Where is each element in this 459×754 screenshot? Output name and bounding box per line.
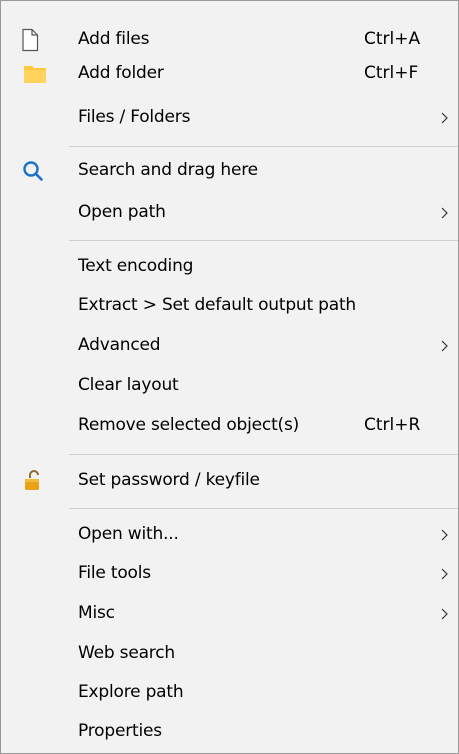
- menu-item-clear-layout[interactable]: Clear layout: [1, 369, 458, 403]
- menu-item-remove-selected[interactable]: Remove selected object(s) Ctrl+R: [1, 409, 458, 443]
- menu-item-label: Add folder: [78, 63, 164, 83]
- menu-item-explore-path[interactable]: Explore path: [1, 676, 458, 710]
- menu-item-shortcut: Ctrl+F: [364, 63, 419, 83]
- menu-item-label: Add files: [78, 29, 150, 49]
- chevron-right-icon: [441, 608, 448, 620]
- chevron-right-icon: [441, 568, 448, 580]
- menu-item-label: Files / Folders: [78, 107, 191, 127]
- menu-item-open-path[interactable]: Open path: [1, 196, 458, 230]
- menu-item-open-with[interactable]: Open with...: [1, 518, 458, 552]
- menu-separator: [69, 240, 458, 241]
- file-icon: [22, 28, 39, 52]
- chevron-right-icon: [441, 340, 448, 352]
- menu-separator: [69, 146, 458, 147]
- menu-item-text-encoding[interactable]: Text encoding: [1, 250, 458, 284]
- menu-item-extract-output-path[interactable]: Extract > Set default output path: [1, 289, 458, 323]
- menu-item-properties[interactable]: Properties: [1, 715, 458, 749]
- menu-item-shortcut: Ctrl+A: [364, 29, 421, 49]
- menu-item-files-folders[interactable]: Files / Folders: [1, 101, 458, 135]
- menu-separator: [69, 454, 458, 455]
- menu-item-label: Extract > Set default output path: [78, 295, 357, 315]
- menu-item-label: File tools: [78, 563, 151, 583]
- menu-item-advanced[interactable]: Advanced: [1, 329, 458, 363]
- menu-item-label: Set password / keyfile: [78, 470, 260, 490]
- menu-item-label: Open with...: [78, 524, 179, 544]
- menu-item-label: Clear layout: [78, 375, 179, 395]
- menu-separator: [69, 508, 458, 509]
- menu-item-label: Text encoding: [78, 256, 194, 276]
- menu-item-add-folder[interactable]: Add folder Ctrl+F: [1, 57, 458, 91]
- chevron-right-icon: [441, 112, 448, 124]
- chevron-right-icon: [441, 529, 448, 541]
- menu-item-search-drag[interactable]: Search and drag here: [1, 154, 458, 188]
- menu-item-web-search[interactable]: Web search: [1, 637, 458, 671]
- menu-item-add-files[interactable]: Add files Ctrl+A: [1, 23, 458, 57]
- menu-item-label: Remove selected object(s): [78, 415, 300, 435]
- menu-item-label: Advanced: [78, 335, 161, 355]
- menu-item-misc[interactable]: Misc: [1, 597, 458, 631]
- menu-item-label: Properties: [78, 721, 162, 741]
- menu-item-label: Search and drag here: [78, 160, 258, 180]
- menu-item-label: Web search: [78, 643, 175, 663]
- search-icon: [23, 161, 43, 181]
- menu-item-file-tools[interactable]: File tools: [1, 557, 458, 591]
- chevron-right-icon: [441, 207, 448, 219]
- menu-item-shortcut: Ctrl+R: [364, 415, 421, 435]
- menu-item-label: Misc: [78, 603, 115, 623]
- menu-item-label: Explore path: [78, 682, 184, 702]
- lock-icon: [25, 470, 39, 490]
- menu-item-label: Open path: [78, 202, 166, 222]
- folder-icon: [24, 66, 46, 83]
- context-menu: Add files Ctrl+A Add folder Ctrl+F Files…: [0, 0, 459, 754]
- menu-item-set-password[interactable]: Set password / keyfile: [1, 464, 458, 498]
